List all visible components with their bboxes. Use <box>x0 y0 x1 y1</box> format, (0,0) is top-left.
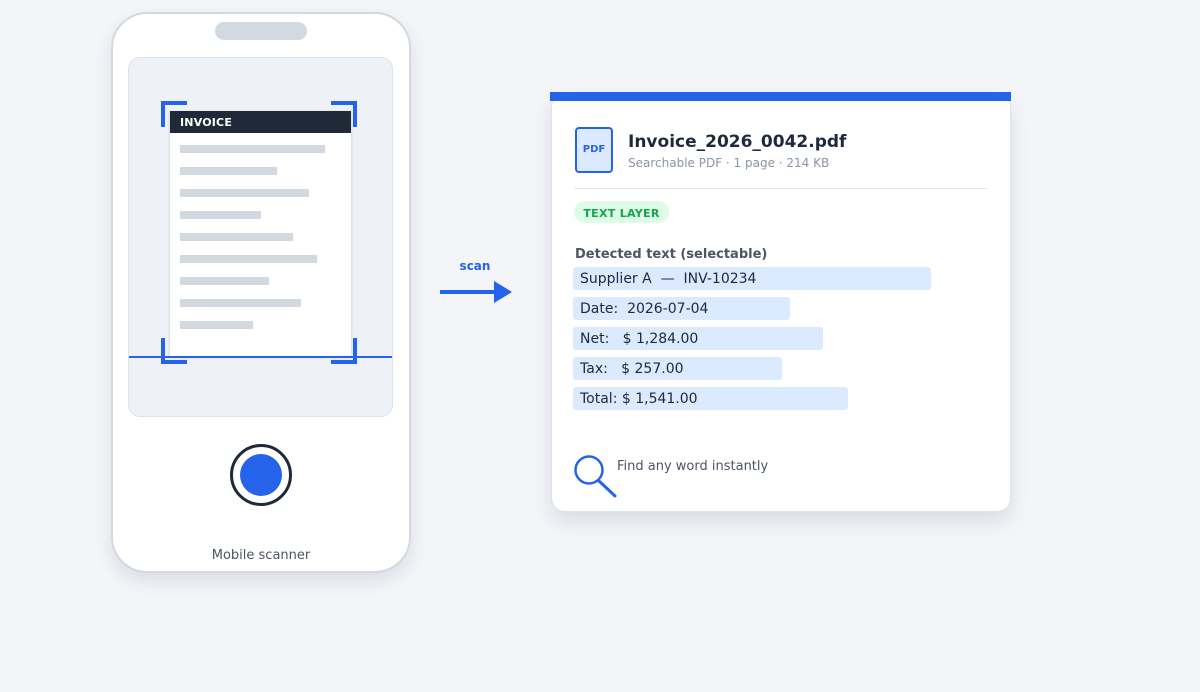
arrow-right-icon <box>440 281 512 303</box>
magnifier-icon <box>574 455 617 498</box>
document-text-line <box>180 145 325 153</box>
camera-viewfinder: INVOICE <box>128 57 393 417</box>
detected-text-line[interactable]: Tax: $ 257.00 <box>573 357 782 380</box>
document-text-line <box>180 299 301 307</box>
scan-frame-corner-top-right <box>331 101 357 127</box>
pdf-result-card: PDF Invoice_2026_0042.pdf Searchable PDF… <box>551 92 1011 512</box>
card-accent-bar <box>550 92 1011 101</box>
detected-text-label: Detected text (selectable) <box>575 247 768 262</box>
file-meta: Searchable PDF · 1 page · 214 KB <box>628 156 830 170</box>
document-title: INVOICE <box>170 111 351 133</box>
phone-caption: Mobile scanner <box>211 548 311 563</box>
arrow-label: scan <box>459 259 491 273</box>
scanned-paper-document: INVOICE <box>170 111 351 356</box>
document-text-line <box>180 189 309 197</box>
document-text-line <box>180 211 261 219</box>
document-text-line <box>180 255 317 263</box>
document-text-line <box>180 321 253 329</box>
detected-text-line[interactable]: Supplier A — INV-10234 <box>573 267 931 290</box>
pdf-icon: PDF <box>575 127 613 173</box>
scan-line <box>129 356 392 358</box>
scan-frame-corner-top-left <box>161 101 187 127</box>
divider <box>574 188 988 189</box>
detected-text-line[interactable]: Net: $ 1,284.00 <box>573 327 823 350</box>
scan-frame-corner-bottom-left <box>161 338 187 364</box>
mobile-phone: INVOICE Mobile scanner <box>111 12 411 573</box>
text-layer-badge: TEXT LAYER <box>574 201 669 223</box>
detected-text-line[interactable]: Total: $ 1,541.00 <box>573 387 848 410</box>
camera-shutter-icon[interactable] <box>230 444 292 506</box>
file-name: Invoice_2026_0042.pdf <box>628 132 847 152</box>
document-text-line <box>180 277 269 285</box>
shutter-button-core[interactable] <box>240 454 282 496</box>
detected-text-line[interactable]: Date: 2026-07-04 <box>573 297 790 320</box>
scan-frame-corner-bottom-right <box>331 338 357 364</box>
find-word-text: Find any word instantly <box>617 459 769 474</box>
document-text-line <box>180 233 293 241</box>
document-text-line <box>180 167 277 175</box>
phone-speaker <box>215 22 307 40</box>
